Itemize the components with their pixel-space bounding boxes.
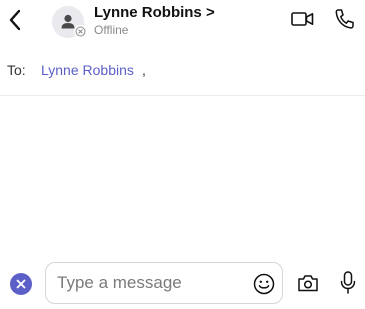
recipient-chip[interactable]: Lynne Robbins	[41, 62, 134, 78]
smiley-icon	[253, 273, 275, 295]
composer	[0, 262, 365, 306]
phone-icon	[335, 9, 354, 29]
audio-call-button[interactable]	[333, 7, 355, 31]
close-icon	[16, 279, 26, 289]
camera-icon	[298, 275, 318, 292]
contact-status: Offline	[94, 23, 129, 37]
recipient-separator: ,	[142, 62, 146, 78]
microphone-icon	[340, 271, 356, 294]
back-button[interactable]	[4, 6, 26, 34]
contact-name[interactable]: Lynne Robbins >	[94, 4, 215, 21]
video-camera-icon	[291, 12, 314, 26]
chevron-left-icon	[9, 9, 21, 31]
dismiss-button[interactable]	[10, 273, 32, 295]
camera-button[interactable]	[296, 272, 320, 294]
offline-x-icon	[74, 25, 87, 38]
recipients-row[interactable]: To: Lynne Robbins ,	[0, 52, 365, 96]
message-box	[45, 262, 283, 304]
video-call-button[interactable]	[290, 8, 316, 30]
message-input[interactable]	[57, 272, 237, 294]
emoji-button[interactable]	[252, 272, 276, 296]
microphone-button[interactable]	[338, 270, 358, 296]
to-label: To:	[7, 62, 26, 78]
chat-header: Lynne Robbins > Offline	[0, 0, 365, 44]
